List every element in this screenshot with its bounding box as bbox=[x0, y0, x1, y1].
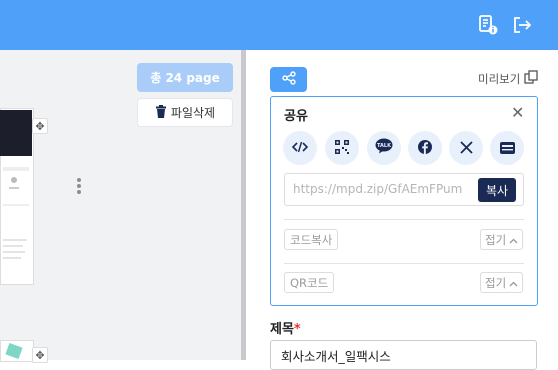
title-field-label: 제목* bbox=[270, 318, 301, 337]
facebook-button[interactable] bbox=[408, 131, 442, 165]
preview-button[interactable]: 미리보기 bbox=[478, 70, 538, 87]
qr-code-button[interactable] bbox=[325, 131, 359, 165]
kakaotalk-icon: TALK bbox=[375, 138, 393, 158]
code-copy-tag[interactable]: 코드복사 bbox=[284, 229, 339, 250]
chevron-up-icon bbox=[509, 233, 518, 247]
required-mark: * bbox=[293, 322, 301, 337]
embed-code-icon bbox=[291, 139, 309, 158]
embed-code-button[interactable] bbox=[283, 131, 317, 165]
chevron-up-icon bbox=[509, 276, 518, 290]
share-url-value[interactable]: https://mpd.zip/GfAEmFPum bbox=[293, 182, 462, 196]
close-icon[interactable]: ✕ bbox=[511, 104, 524, 122]
share-title: 공유 bbox=[284, 109, 308, 124]
kakaotalk-icon-text: TALK bbox=[377, 143, 392, 149]
qr-code-icon bbox=[335, 139, 349, 158]
title-label-text: 제목 bbox=[270, 322, 294, 337]
share-button[interactable] bbox=[270, 67, 307, 92]
preview-label: 미리보기 bbox=[478, 71, 521, 86]
move-handle-icon[interactable]: ✥ bbox=[32, 347, 48, 363]
thumbnail-preview-image bbox=[0, 110, 32, 156]
page-list-area bbox=[0, 50, 241, 360]
drag-handle-icon[interactable] bbox=[76, 178, 82, 196]
x-twitter-button[interactable] bbox=[449, 131, 483, 165]
top-bar bbox=[0, 0, 558, 50]
logout-icon[interactable] bbox=[511, 14, 533, 36]
copy-pages-icon bbox=[524, 70, 538, 87]
title-input[interactable]: 회사소개서_일팩시스 bbox=[270, 340, 537, 370]
trash-icon bbox=[155, 104, 167, 121]
delete-file-label: 파일삭제 bbox=[170, 106, 216, 120]
move-handle-icon[interactable]: ✥ bbox=[32, 118, 48, 134]
fold-code-button[interactable]: 접기 bbox=[480, 229, 524, 250]
fold-label: 접기 bbox=[485, 275, 507, 290]
facebook-icon bbox=[418, 139, 432, 158]
divider bbox=[284, 263, 524, 264]
kakaotalk-button[interactable]: TALK bbox=[367, 131, 401, 165]
delete-file-button[interactable]: 파일삭제 bbox=[137, 98, 233, 127]
page-thumbnail[interactable] bbox=[0, 340, 34, 362]
document-info-icon[interactable] bbox=[477, 14, 499, 36]
card-button[interactable] bbox=[490, 131, 524, 165]
share-icon bbox=[281, 70, 296, 89]
page-count-badge: 총 24 page bbox=[137, 63, 233, 92]
qr-code-tag[interactable]: QR코드 bbox=[284, 272, 335, 293]
divider bbox=[284, 219, 524, 220]
card-icon bbox=[499, 139, 515, 158]
fold-label: 접기 bbox=[485, 232, 507, 247]
fold-qr-button[interactable]: 접기 bbox=[480, 272, 524, 293]
x-twitter-icon bbox=[459, 139, 473, 158]
copy-url-button[interactable]: 복사 bbox=[478, 178, 516, 202]
